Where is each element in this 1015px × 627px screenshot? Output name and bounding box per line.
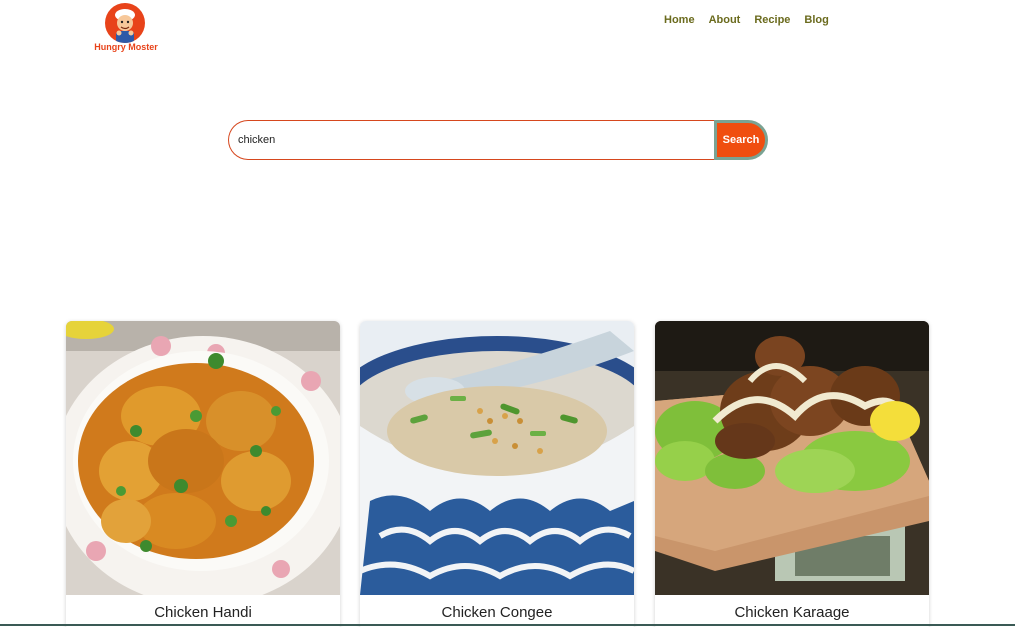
- divider: [0, 624, 1015, 626]
- recipe-title: Chicken Handi: [154, 604, 252, 621]
- nav-item-home[interactable]: Home: [664, 14, 695, 26]
- main-nav: Home About Recipe Blog: [664, 14, 829, 26]
- recipe-title: Chicken Karaage: [734, 604, 850, 621]
- search-button[interactable]: Search: [714, 120, 768, 160]
- nav-item-about[interactable]: About: [709, 14, 741, 26]
- nav-item-recipe[interactable]: Recipe: [754, 14, 790, 26]
- brand-name: Hungry Moster: [94, 42, 158, 52]
- chef-mascot-icon: [105, 3, 145, 43]
- recipe-card[interactable]: Chicken Handi: [66, 321, 340, 627]
- brand-logo[interactable]: Hungry Moster: [91, 3, 161, 55]
- search-input[interactable]: [228, 120, 728, 160]
- recipe-card[interactable]: Chicken Karaage: [655, 321, 929, 627]
- search-bar: Search: [228, 120, 768, 160]
- recipe-image: [360, 321, 634, 595]
- recipe-card[interactable]: Chicken Congee: [360, 321, 634, 627]
- recipe-image: [66, 321, 340, 595]
- recipe-title: Chicken Congee: [441, 604, 553, 621]
- nav-item-blog[interactable]: Blog: [804, 14, 828, 26]
- recipe-image: [655, 321, 929, 595]
